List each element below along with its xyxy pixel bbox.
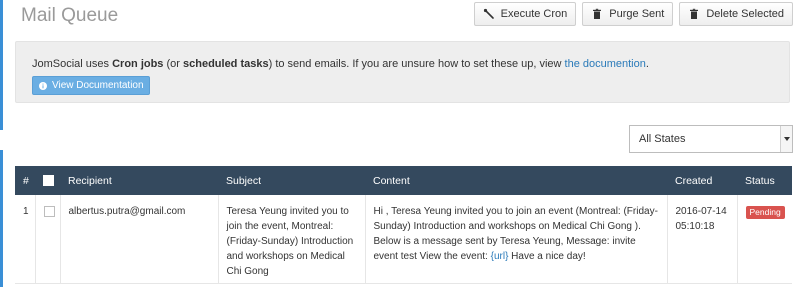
column-header-num: # (23, 174, 29, 187)
status-badge: Pending (745, 206, 785, 219)
view-documentation-button[interactable]: View Documentation (32, 76, 150, 95)
column-header-select (35, 166, 60, 195)
table-row: 1 albertus.putra@gmail.com Teresa Yeung … (15, 195, 792, 284)
content-url-token: {url} (490, 251, 509, 262)
documentation-link[interactable]: the documention (565, 58, 646, 70)
trash-icon (690, 8, 699, 19)
row-num: 1 (15, 195, 36, 284)
row-select-cell (35, 195, 61, 284)
table-header-row: # Recipient Subject Content Created Stat… (15, 166, 792, 195)
delete-selected-label: Delete Selected (706, 8, 784, 20)
mail-queue-table: # Recipient Subject Content Created Stat… (15, 166, 792, 284)
purge-sent-button[interactable]: Purge Sent (582, 2, 674, 26)
delete-selected-button[interactable]: Delete Selected (679, 2, 793, 26)
row-created: 2016-07-14 05:10:18 (667, 195, 738, 284)
row-recipient: albertus.putra@gmail.com (60, 195, 219, 284)
purge-sent-label: Purge Sent (609, 8, 665, 20)
view-documentation-label: View Documentation (52, 80, 144, 91)
column-header-subject: Subject (226, 174, 262, 187)
column-header-content: Content (373, 174, 410, 187)
left-accent-bar (0, 150, 3, 287)
column-header-status: Status (745, 174, 775, 187)
state-filter-select[interactable]: All States (629, 125, 793, 153)
row-subject: Teresa Yeung invited you to join the eve… (218, 195, 366, 284)
state-filter-value: All States (639, 133, 686, 145)
column-header-created: Created (675, 174, 713, 187)
info-icon (39, 81, 47, 90)
row-checkbox[interactable] (43, 206, 55, 217)
column-header-recipient: Recipient (68, 174, 112, 187)
cron-info-box: JomSocial uses Cron jobs (or scheduled t… (15, 41, 790, 103)
trash-icon (593, 8, 602, 19)
wrench-icon (483, 8, 494, 19)
cron-info-text: JomSocial uses Cron jobs (or scheduled t… (32, 58, 649, 70)
select-all-checkbox[interactable] (43, 175, 54, 187)
left-accent-bar (0, 0, 3, 130)
page-title: Mail Queue (21, 5, 119, 26)
row-content: Hi , Teresa Yeung invited you to join an… (365, 195, 668, 284)
row-status-cell: Pending (737, 195, 792, 284)
execute-cron-button[interactable]: Execute Cron (473, 2, 577, 26)
execute-cron-label: Execute Cron (500, 8, 568, 20)
dropdown-arrow-icon (780, 126, 792, 152)
toolbar: Execute Cron Purge Sent Delete Selected (473, 2, 793, 26)
